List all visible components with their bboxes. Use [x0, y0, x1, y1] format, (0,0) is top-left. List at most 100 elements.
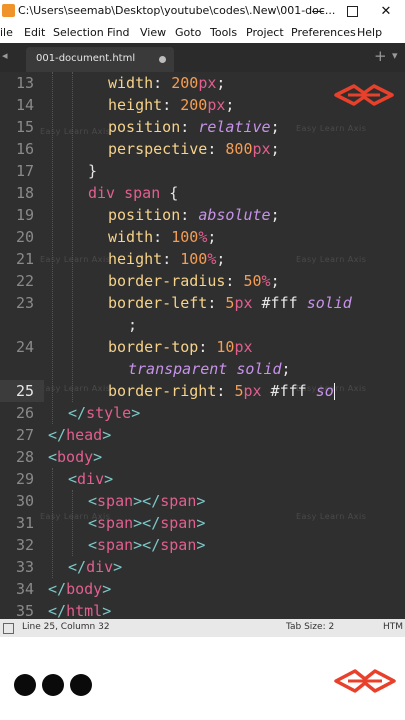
code-token: </ — [48, 426, 67, 444]
menu-preferences[interactable]: Preferences — [291, 26, 356, 39]
menu-tools[interactable]: Tools — [210, 26, 237, 39]
code-text: border-radius: 50%; — [108, 270, 280, 292]
menu-file[interactable]: ile — [0, 26, 13, 39]
code-line[interactable]: 31 <span></span> — [0, 512, 405, 534]
code-text: position: absolute; — [108, 204, 280, 226]
code-token: border-right — [108, 382, 217, 400]
code-line[interactable]: 19 position: absolute; — [0, 204, 405, 226]
code-token: #fff — [252, 294, 307, 312]
code-line[interactable]: 25 border-right: 5px #fff so — [0, 380, 405, 402]
tab-list-chevron-icon[interactable]: ▾ — [392, 49, 398, 62]
code-line[interactable]: 32 <span></span> — [0, 534, 405, 556]
code-token: 10 — [216, 338, 235, 356]
code-token: div — [86, 558, 114, 576]
code-token: px — [198, 74, 217, 92]
line-number: 16 — [15, 140, 34, 158]
code-line[interactable]: ; — [0, 314, 405, 336]
menu-project[interactable]: Project — [246, 26, 284, 39]
code-token: px — [234, 294, 253, 312]
line-number: 24 — [15, 338, 34, 356]
code-token: head — [66, 426, 103, 444]
code-token: } — [88, 162, 98, 180]
code-text: <span></span> — [88, 512, 205, 534]
code-token: < — [88, 492, 98, 510]
code-token: 800 — [225, 140, 253, 158]
code-line[interactable]: 24 border-top: 10px — [0, 336, 405, 358]
menu-goto[interactable]: Goto — [175, 26, 201, 39]
code-editor[interactable]: Easy Learn Axis Easy Learn Axis Easy Lea… — [0, 72, 405, 619]
tab-001-document[interactable]: 001-document.html — [26, 47, 174, 72]
code-token: : — [162, 250, 181, 268]
code-line[interactable]: 33 </div> — [0, 556, 405, 578]
code-token: 200 — [180, 96, 208, 114]
code-line[interactable]: transparent solid; — [0, 358, 405, 380]
code-token: span — [160, 514, 197, 532]
cursor-position[interactable]: Line 25, Column 32 — [22, 622, 110, 632]
code-text: </html> — [48, 600, 111, 619]
code-line[interactable]: 15 position: relative; — [0, 116, 405, 138]
code-text: transparent solid; — [128, 358, 291, 380]
code-token: body — [57, 448, 94, 466]
code-line[interactable]: 22 border-radius: 50%; — [0, 270, 405, 292]
menu-find[interactable]: Find — [107, 26, 130, 39]
code-token: border-top — [108, 338, 199, 356]
code-line[interactable]: 26 </style> — [0, 402, 405, 424]
code-line[interactable]: 17} — [0, 160, 405, 182]
code-line[interactable]: 28 <body> — [0, 446, 405, 468]
code-line[interactable]: 34 </body> — [0, 578, 405, 600]
code-line[interactable]: 30 <span></span> — [0, 490, 405, 512]
code-token: div — [77, 470, 105, 488]
code-line[interactable]: 35 </html> — [0, 600, 405, 619]
tab-size[interactable]: Tab Size: 2 — [286, 622, 334, 632]
code-text: perspective: 800px; — [108, 138, 280, 160]
code-token: 50 — [243, 272, 262, 290]
menu-selection[interactable]: Selection — [53, 26, 104, 39]
code-token: 200 — [171, 74, 199, 92]
menu-edit[interactable]: Edit — [24, 26, 45, 39]
code-token: < — [68, 470, 78, 488]
line-number: 23 — [15, 294, 34, 312]
code-token: 100 — [180, 250, 208, 268]
code-text: ; — [128, 314, 137, 336]
code-token: > — [93, 448, 103, 466]
code-token: </ — [68, 558, 87, 576]
dot-icon — [42, 674, 64, 696]
code-token: > — [196, 492, 206, 510]
code-token: span — [97, 536, 134, 554]
code-line[interactable]: 18 div span { — [0, 182, 405, 204]
code-line[interactable]: 29 <div> — [0, 468, 405, 490]
unsaved-dot-icon[interactable] — [159, 56, 166, 63]
code-token: ; — [216, 74, 226, 92]
code-text: width: 200px; — [108, 72, 225, 94]
code-text: height: 200px; — [108, 94, 234, 116]
code-line[interactable]: 23 border-left: 5px #fff solid — [0, 292, 405, 314]
easy-learn-axis-logo-icon — [334, 669, 396, 693]
code-token: body — [66, 580, 103, 598]
code-token: % — [198, 228, 208, 246]
code-line[interactable]: 27 </head> — [0, 424, 405, 446]
code-line[interactable]: 14 height: 200px; — [0, 94, 405, 116]
code-token: ; — [281, 360, 291, 378]
code-line[interactable]: 16 perspective: 800px; — [0, 138, 405, 160]
code-token: border-left — [108, 294, 208, 312]
code-text: border-left: 5px #fff solid — [108, 292, 352, 314]
code-line[interactable]: 20 width: 100%; — [0, 226, 405, 248]
tab-scroll-left-icon[interactable]: ◂ — [2, 49, 8, 62]
code-token: > — [102, 580, 112, 598]
code-line[interactable]: 13 width: 200px; — [0, 72, 405, 94]
code-line[interactable]: 21 height: 100%; — [0, 248, 405, 270]
line-number: 20 — [15, 228, 34, 246]
code-token: ; — [270, 140, 280, 158]
new-tab-icon[interactable]: + — [374, 47, 387, 65]
code-token: ; — [270, 206, 280, 224]
menu-help[interactable]: Help — [357, 26, 382, 39]
code-token: ; — [270, 272, 280, 290]
code-token: : — [153, 228, 172, 246]
panel-toggle-icon[interactable] — [3, 623, 14, 634]
close-button[interactable]: ✕ — [366, 0, 405, 23]
code-token: height — [108, 250, 163, 268]
menu-view[interactable]: View — [140, 26, 166, 39]
code-token: : — [180, 206, 199, 224]
syntax-mode[interactable]: HTM — [383, 622, 403, 632]
code-token: > — [196, 536, 206, 554]
